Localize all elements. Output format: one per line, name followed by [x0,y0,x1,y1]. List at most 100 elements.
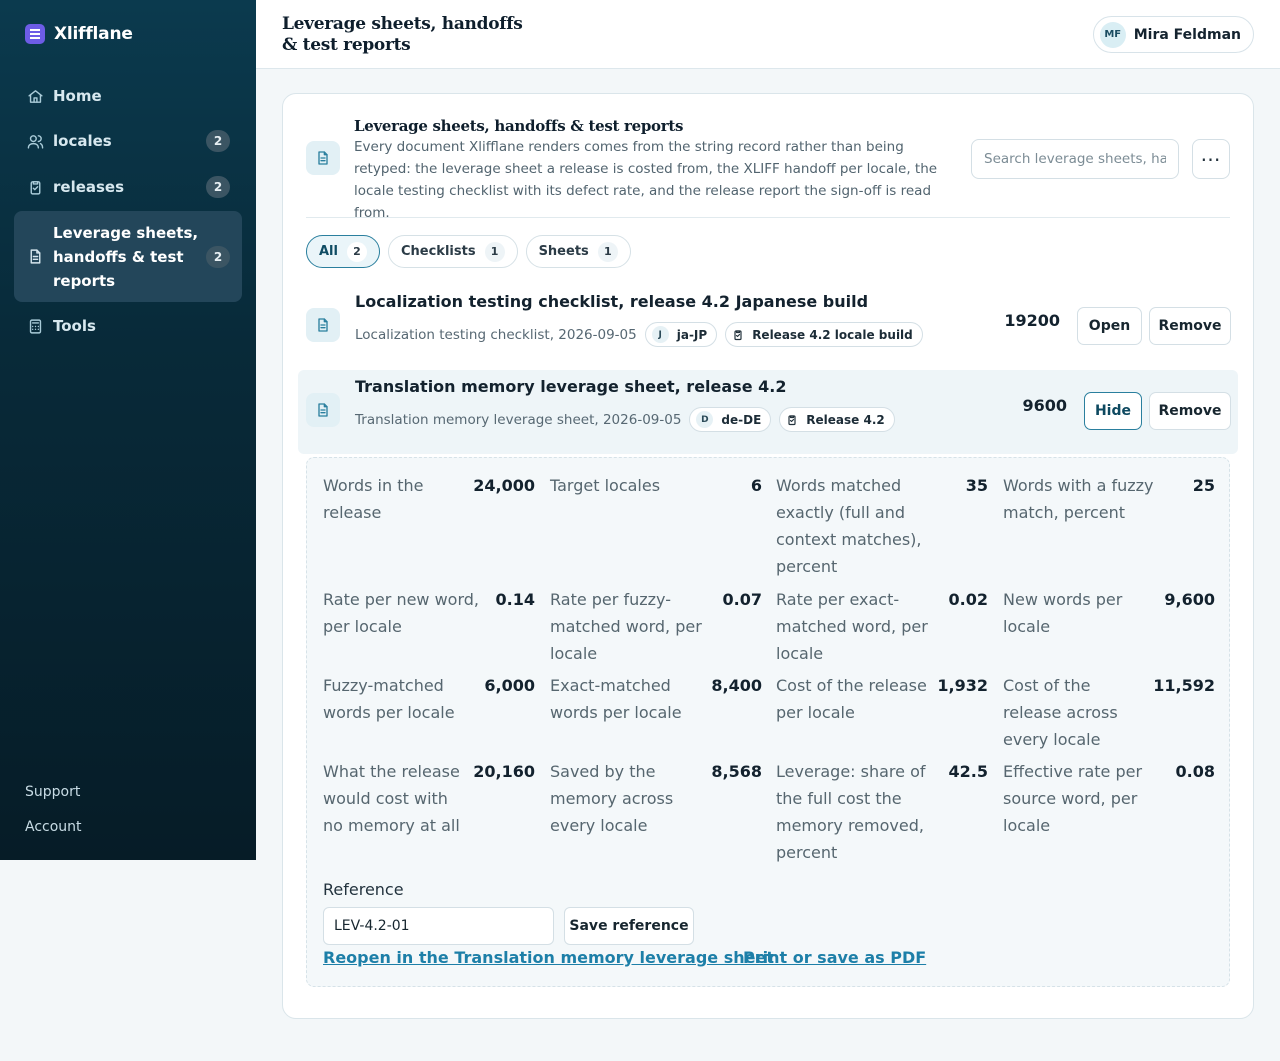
users-icon [26,132,44,150]
clipboard-icon [788,414,796,425]
metric: Fuzzy-matched words per locale 6,000 [323,672,535,726]
metric-value: 6 [750,476,762,495]
hide-button[interactable]: Hide [1084,392,1142,430]
metric-value: 8,568 [711,762,762,781]
metric-label: What the release would cost with no memo… [323,762,460,835]
document-icon [306,393,340,427]
metric: Cost of the release per locale 1,932 [776,672,988,726]
list-item: Localization testing checklist, release … [298,285,1238,369]
brand-logo-icon [25,24,45,44]
filter-label: Sheets [538,244,589,259]
reference-label: Reference [323,880,404,899]
reopen-link[interactable]: Reopen in the Translation memory leverag… [323,948,774,967]
save-reference-button[interactable]: Save reference [564,907,694,945]
open-button[interactable]: Open [1077,307,1142,345]
filter-label: All [319,244,338,259]
metric: Saved by the memory across every locale … [550,758,762,839]
divider [306,217,1230,218]
metric: Words with a fuzzy match, percent 25 [1003,472,1215,526]
search-input[interactable] [971,139,1179,179]
metric-value: 0.07 [722,590,762,609]
metric-label: Rate per fuzzy-matched word, per locale [550,590,702,663]
metric-label: Effective rate per source word, per loca… [1003,762,1143,835]
print-link[interactable]: Print or save as PDF [743,948,926,967]
metric: What the release would cost with no memo… [323,758,535,839]
metric: Words in the release 24,000 [323,472,535,526]
metric-value: 11,592 [1153,676,1215,695]
metric: Target locales 6 [550,472,762,499]
release-name: Release 4.2 [806,412,885,427]
sidebar-item-home[interactable]: Home [14,83,242,109]
sidebar-item-locales[interactable]: locales 2 [14,128,242,154]
row-title: Translation memory leverage sheet, relea… [355,377,787,396]
locale-code: de-DE [721,412,762,427]
metric-value: 0.02 [948,590,988,609]
clipboard-icon [734,329,742,340]
page-title: Leverage sheets, handoffs & test reports [282,14,523,55]
metric-label: New words per locale [1003,590,1123,636]
filter-count: 2 [346,241,367,262]
account-link[interactable]: Account [25,819,82,835]
metric: Effective rate per source word, per loca… [1003,758,1215,839]
metric-value: 6,000 [484,676,535,695]
metric-value: 20,160 [473,762,535,781]
locale-code: ja-JP [676,327,708,342]
metric: Cost of the release across every locale … [1003,672,1215,753]
metric-label: Rate per new word, per locale [323,590,480,636]
locale-initial: D [696,411,714,428]
sidebar-item-label: Leverage sheets, handoffs & test reports [53,223,199,290]
metric-label: Fuzzy-matched words per locale [323,676,455,722]
metric-label: Words with a fuzzy match, percent [1003,476,1154,522]
avatar: MF [1099,21,1126,48]
filter-sheets[interactable]: Sheets 1 [525,235,631,268]
sidebar-item-badge: 2 [206,245,230,268]
metric-value: 42.5 [948,762,988,781]
sidebar-item-label: locales [53,132,112,150]
user-menu[interactable]: MF Mira Feldman [1092,16,1254,53]
sidebar-item-label: Home [53,87,102,105]
locale-initial: J [651,326,669,343]
row-number: 19200 [1004,311,1060,330]
brand-name: Xlifflane [54,24,133,44]
row-number: 9600 [1022,396,1067,415]
list-item: Translation memory leverage sheet, relea… [298,370,1238,454]
sidebar-item-label: releases [53,178,125,196]
metric: Rate per fuzzy-matched word, per locale … [550,586,762,667]
row-meta: Translation memory leverage sheet, 2026-… [355,407,895,432]
release-tag[interactable]: Release 4.2 locale build [725,322,923,347]
sidebar-item-label: Tools [53,317,96,335]
locale-tag[interactable]: J ja-JP [644,322,718,347]
metric-label: Leverage: share of the full cost the mem… [776,762,926,862]
metric: New words per locale 9,600 [1003,586,1215,640]
remove-button[interactable]: Remove [1149,307,1231,345]
leverage-details-panel: Words in the release 24,000 Target local… [306,457,1230,987]
sidebar-item-documents[interactable]: Leverage sheets, handoffs & test reports… [14,211,242,302]
brand[interactable]: Xlifflane [25,24,133,44]
row-meta: Localization testing checklist, 2026-09-… [355,322,923,347]
more-options-button[interactable]: ⋯ [1192,139,1230,179]
document-icon [26,248,44,266]
clipboard-icon [26,178,44,196]
sidebar: Xlifflane Home locales 2 releases 2 Leve… [0,0,256,860]
row-title: Localization testing checklist, release … [355,292,869,311]
filter-checklists[interactable]: Checklists 1 [387,235,518,268]
metric-label: Words in the release [323,476,424,522]
locale-tag[interactable]: D de-DE [689,407,772,432]
sidebar-item-badge: 2 [206,176,230,198]
filter-count: 1 [484,241,505,262]
remove-button[interactable]: Remove [1149,392,1231,430]
release-tag[interactable]: Release 4.2 [779,407,895,432]
metric-label: Rate per exact-matched word, per locale [776,590,928,663]
metric-label: Words matched exactly (full and context … [776,476,922,576]
card-title: Leverage sheets, handoffs & test reports [354,117,684,135]
support-link[interactable]: Support [25,784,80,800]
sidebar-item-releases[interactable]: releases 2 [14,174,242,200]
ellipsis-icon: ⋯ [1200,148,1222,171]
metric-value: 35 [965,476,988,495]
filter-all[interactable]: All 2 [306,235,380,268]
home-icon [26,87,44,105]
metric-value: 25 [1192,476,1215,495]
metric-label: Cost of the release per locale [776,676,927,722]
sidebar-item-tools[interactable]: Tools [14,313,242,339]
reference-input[interactable] [323,907,554,945]
